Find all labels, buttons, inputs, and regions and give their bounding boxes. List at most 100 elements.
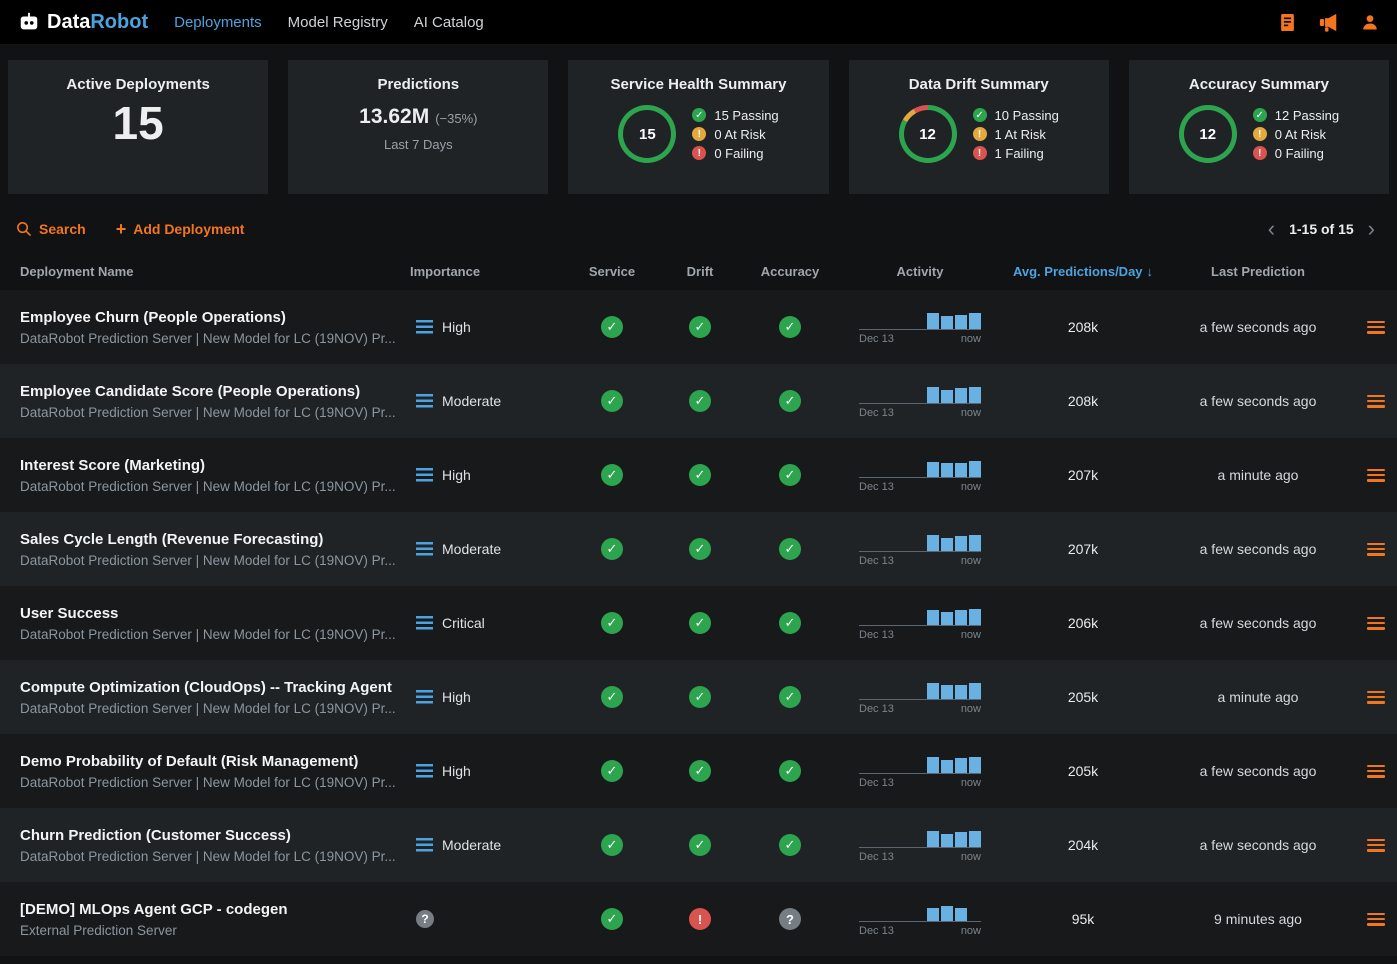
header-service[interactable]: Service (568, 264, 656, 279)
table-row[interactable]: Sales Cycle Length (Revenue Forecasting)… (0, 512, 1397, 586)
last-prediction-value: a few seconds ago (1162, 615, 1354, 631)
activity-end-label: now (961, 407, 981, 419)
legend-label: 15 Passing (714, 108, 778, 123)
service-health-legend: 15 Passing 0 At Risk 0 Failing (692, 108, 778, 161)
nav-ai-catalog[interactable]: AI Catalog (414, 14, 484, 31)
failing-icon (1253, 146, 1267, 160)
importance-label: High (442, 763, 471, 779)
activity-start-label: Dec 13 (859, 777, 894, 789)
deployment-subtitle: DataRobot Prediction Server | New Model … (20, 775, 396, 790)
datarobot-logo[interactable]: DataRobot (18, 11, 148, 34)
header-drift[interactable]: Drift (656, 264, 744, 279)
header-activity[interactable]: Activity (836, 264, 1004, 279)
activity-bars (927, 906, 981, 921)
header-avg-predictions[interactable]: Avg. Predictions/Day (1004, 264, 1162, 279)
activity-sparkline (859, 902, 981, 922)
table-row[interactable]: [DEMO] MLOps Agent GCP - codegen Externa… (0, 882, 1397, 956)
deployment-name-link[interactable]: Employee Churn (People Operations) (20, 309, 286, 326)
card-title: Predictions (377, 76, 459, 93)
deployment-name-link[interactable]: Interest Score (Marketing) (20, 457, 205, 474)
avg-predictions-value: 207k (1004, 467, 1162, 483)
predictions-change: (−35%) (435, 111, 477, 126)
deployment-subtitle: DataRobot Prediction Server | New Model … (20, 405, 396, 420)
row-menu-icon[interactable] (1367, 543, 1385, 556)
table-row[interactable]: Compute Optimization (CloudOps) -- Track… (0, 660, 1397, 734)
header-importance[interactable]: Importance (410, 264, 568, 279)
last-prediction-value: a minute ago (1162, 689, 1354, 705)
activity-start-label: Dec 13 (859, 629, 894, 641)
header-accuracy[interactable]: Accuracy (744, 264, 836, 279)
row-menu-icon[interactable] (1367, 913, 1385, 926)
toolbar: Search Add Deployment 1-15 of 15 (16, 218, 1381, 240)
accuracy-legend: 12 Passing 0 At Risk 0 Failing (1253, 108, 1339, 161)
deployment-name-link[interactable]: Compute Optimization (CloudOps) -- Track… (20, 679, 392, 696)
avg-predictions-value: 207k (1004, 541, 1162, 557)
activity-end-label: now (961, 703, 981, 715)
card-service-health: Service Health Summary 15 15 Passing 0 A… (568, 60, 828, 194)
plus-icon (116, 220, 127, 238)
deployment-name-link[interactable]: [DEMO] MLOps Agent GCP - codegen (20, 901, 288, 918)
row-menu-icon[interactable] (1367, 395, 1385, 408)
avg-predictions-value: 206k (1004, 615, 1162, 631)
activity-chart: Dec 13 now (836, 606, 1004, 641)
top-nav: DataRobot Deployments Model Registry AI … (0, 0, 1397, 44)
table-row[interactable]: Employee Candidate Score (People Operati… (0, 364, 1397, 438)
row-menu-icon[interactable] (1367, 691, 1385, 704)
nav-model-registry[interactable]: Model Registry (288, 14, 388, 31)
row-menu-icon[interactable] (1367, 617, 1385, 630)
row-menu-icon[interactable] (1367, 321, 1385, 334)
prev-page-icon[interactable] (1268, 218, 1275, 240)
last-prediction-value: a few seconds ago (1162, 837, 1354, 853)
importance-icon (416, 690, 433, 704)
table-row[interactable]: Churn Prediction (Customer Success) Data… (0, 808, 1397, 882)
last-prediction-value: a minute ago (1162, 467, 1354, 483)
drift-status-icon (689, 538, 711, 560)
activity-bars (927, 535, 981, 551)
activity-sparkline (859, 384, 981, 404)
importance-icon (416, 394, 433, 408)
deployment-name-link[interactable]: Demo Probability of Default (Risk Manage… (20, 753, 358, 770)
activity-start-label: Dec 13 (859, 925, 894, 937)
activity-bars (927, 461, 981, 477)
deployment-name-link[interactable]: Churn Prediction (Customer Success) (20, 827, 291, 844)
accuracy-status-icon (779, 686, 801, 708)
add-deployment-button[interactable]: Add Deployment (116, 220, 245, 238)
importance-icon (416, 910, 434, 928)
activity-chart: Dec 13 now (836, 532, 1004, 567)
deployment-subtitle: DataRobot Prediction Server | New Model … (20, 849, 396, 864)
service-status-icon (601, 686, 623, 708)
deployment-name-link[interactable]: Employee Candidate Score (People Operati… (20, 383, 360, 400)
row-menu-icon[interactable] (1367, 839, 1385, 852)
next-page-icon[interactable] (1368, 218, 1375, 240)
row-menu-icon[interactable] (1367, 469, 1385, 482)
announcements-icon[interactable] (1318, 13, 1339, 32)
release-notes-icon[interactable] (1279, 13, 1296, 32)
activity-bars (927, 831, 981, 847)
table-row[interactable]: Demo Probability of Default (Risk Manage… (0, 734, 1397, 808)
activity-start-label: Dec 13 (859, 851, 894, 863)
accuracy-status-icon (779, 538, 801, 560)
card-accuracy: Accuracy Summary 12 12 Passing 0 At Risk… (1129, 60, 1389, 194)
last-prediction-value: 9 minutes ago (1162, 911, 1354, 927)
row-menu-icon[interactable] (1367, 765, 1385, 778)
activity-bars (927, 609, 981, 625)
nav-deployments[interactable]: Deployments (174, 14, 262, 31)
active-deployments-count: 15 (113, 97, 164, 150)
deployment-name-link[interactable]: Sales Cycle Length (Revenue Forecasting) (20, 531, 323, 548)
donut-value: 12 (904, 110, 952, 158)
activity-start-label: Dec 13 (859, 407, 894, 419)
table-row[interactable]: User Success DataRobot Prediction Server… (0, 586, 1397, 660)
passing-icon (1253, 108, 1267, 122)
user-icon[interactable] (1361, 13, 1379, 31)
header-deployment-name[interactable]: Deployment Name (0, 264, 410, 279)
deployments-table: Deployment Name Importance Service Drift… (0, 252, 1397, 964)
deployment-name-link[interactable]: User Success (20, 605, 118, 622)
passing-icon (973, 108, 987, 122)
avg-predictions-value: 204k (1004, 837, 1162, 853)
drift-status-icon (689, 834, 711, 856)
header-last-prediction[interactable]: Last Prediction (1162, 264, 1354, 279)
search-button[interactable]: Search (16, 221, 86, 237)
accuracy-status-icon (779, 464, 801, 486)
table-row[interactable]: Interest Score (Marketing) DataRobot Pre… (0, 438, 1397, 512)
table-row[interactable]: Employee Churn (People Operations) DataR… (0, 290, 1397, 364)
